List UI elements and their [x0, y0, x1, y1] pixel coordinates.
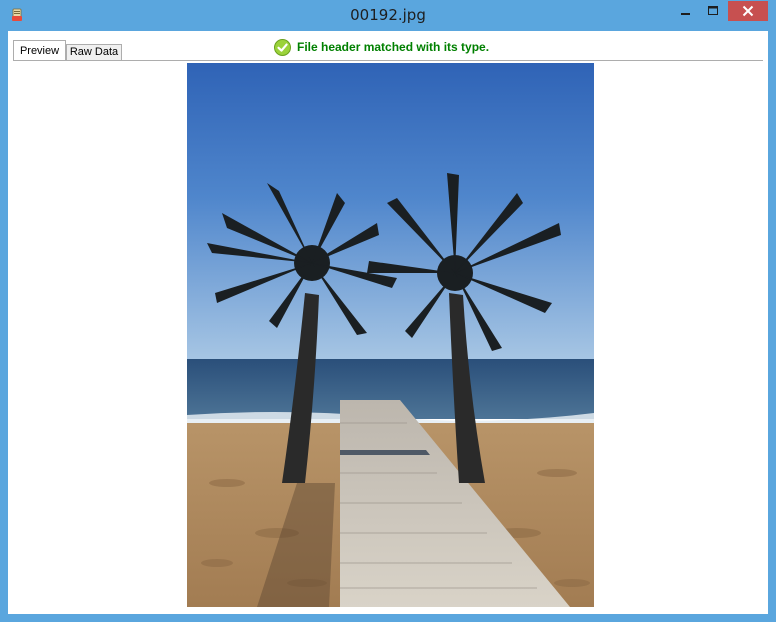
title-bar[interactable]: 00192.jpg — [0, 0, 776, 31]
maximize-button[interactable] — [699, 1, 727, 21]
close-button[interactable] — [728, 1, 768, 21]
window-title: 00192.jpg — [350, 6, 426, 24]
check-circle-icon — [274, 39, 291, 56]
tab-divider — [13, 60, 763, 61]
image-preview — [187, 63, 594, 607]
close-icon — [742, 5, 754, 17]
tab-raw-data[interactable]: Raw Data — [66, 44, 122, 61]
minimize-icon — [681, 13, 690, 15]
status-message: File header matched with its type. — [297, 40, 490, 54]
maximize-icon — [708, 6, 718, 15]
tab-preview[interactable]: Preview — [13, 40, 66, 61]
minimize-button[interactable] — [671, 1, 701, 21]
client-area: Preview Raw Data File header matched wit… — [8, 31, 768, 614]
app-window: 00192.jpg Preview Raw Data File header m… — [0, 0, 776, 622]
beach-photo — [187, 63, 594, 607]
